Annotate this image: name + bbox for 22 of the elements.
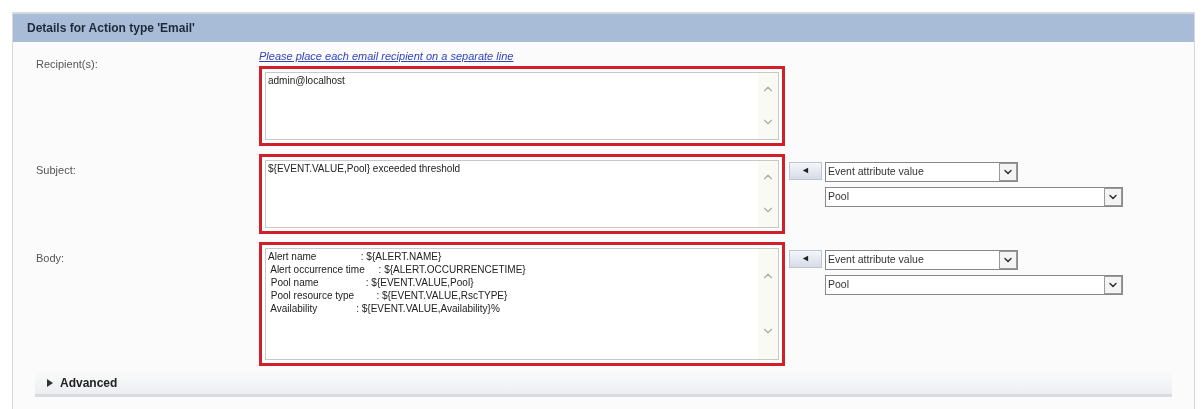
text-area[interactable]: ${EVENT.VALUE,Pool} exceeded threshold [259,153,785,234]
field-label: Body: [35,250,66,266]
text-value: admin@localhost [268,73,346,88]
insert-button[interactable]: ◄ [789,161,822,180]
text-area[interactable]: Alert name : ${ALERT.NAME} Alert occurrence time : ${ALERT.OCCURRENCETIME} Pool name : ${EVENT.VALUE,Pool} Pool resource type : ${EVENT.VALUE,RscTYPE} Availability : ${EVENT.VALUE,Availability}% [259,241,785,366]
panel-title: Details for Action type 'Email' [13,13,1194,42]
type-select[interactable]: Event attribute value [825,161,1018,182]
text-area[interactable]: admin@localhost [259,65,785,146]
field-label: Recipient(s): [35,57,99,72]
attribute-select[interactable]: Pool [825,274,1123,295]
insert-button[interactable]: ◄ [789,249,822,268]
field-label: Subject: [35,162,77,178]
attribute-select[interactable]: Pool [825,186,1123,207]
dropdown-button[interactable] [999,250,1017,269]
dropdown-button[interactable] [1104,187,1122,206]
hint-text: Please place each email recipient on a separate line [259,49,515,64]
dropdown-button[interactable] [999,162,1017,181]
expand-icon [47,378,53,387]
dropdown-button[interactable] [1104,275,1122,294]
text-value: ${EVENT.VALUE,Pool} exceeded threshold [268,161,462,176]
type-select[interactable]: Event attribute value [825,249,1018,270]
text-value: Alert name : ${ALERT.NAME} Alert occurrence time : ${ALERT.OCCURRENCETIME} Pool name : ${EVENT.VALUE,Pool} Pool resource type : ${EVENT.VALUE,RscTYPE} Availability : ${EVENT.VALUE,Availability}% [268,249,527,316]
